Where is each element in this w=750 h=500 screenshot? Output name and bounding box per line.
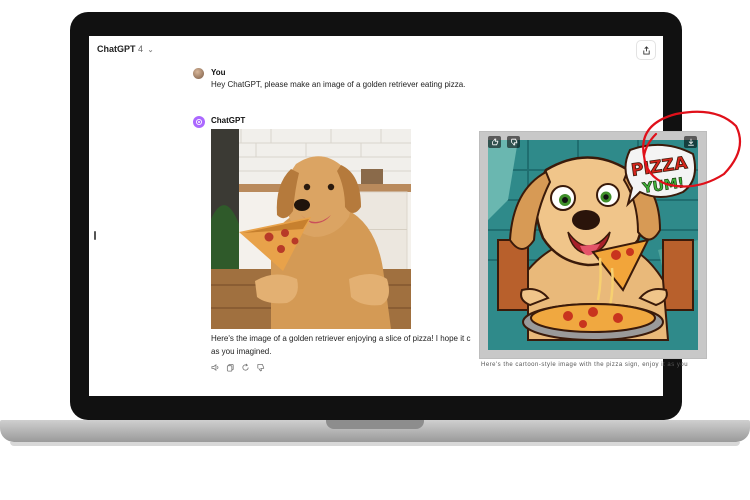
- thumbs-up-icon: [491, 138, 498, 146]
- chatgpt-avatar: [193, 116, 205, 128]
- user-name: You: [211, 68, 226, 77]
- user-message-text: Hey ChatGPT, please make an image of a g…: [211, 80, 466, 89]
- share-icon: [642, 45, 650, 55]
- top-bar: ChatGPT 4 ⌄: [89, 36, 663, 62]
- red-annotation-circle: [642, 110, 742, 188]
- cartoon-caption-fragment: Here's the cartoon-style image with the …: [481, 362, 689, 368]
- sidebar-toggle-handle[interactable]: [94, 231, 96, 240]
- openai-logo-icon: [195, 118, 203, 126]
- laptop-hinge-notch: [326, 420, 424, 429]
- thumbs-down-icon: [257, 363, 265, 372]
- regenerate-button[interactable]: [241, 363, 250, 372]
- generated-image-golden-retriever[interactable]: [211, 129, 411, 329]
- user-avatar: [193, 68, 204, 79]
- share-button[interactable]: [636, 40, 656, 60]
- assistant-reply-line2: as you imagined.: [211, 347, 272, 356]
- thumbs-down-overlay-button[interactable]: [507, 136, 520, 148]
- assistant-reply-line1: Here's the image of a golden retriever e…: [211, 334, 471, 343]
- copy-icon: [226, 363, 234, 372]
- model-version: 4: [138, 44, 144, 54]
- model-selector[interactable]: ChatGPT 4 ⌄: [97, 44, 153, 54]
- thumbs-up-overlay-button[interactable]: [488, 136, 501, 148]
- message-actions: [211, 363, 265, 372]
- thumbs-down-icon: [510, 138, 517, 146]
- chevron-down-icon: ⌄: [147, 47, 154, 54]
- read-aloud-button[interactable]: [211, 363, 220, 372]
- assistant-name: ChatGPT: [211, 116, 246, 125]
- model-name: ChatGPT: [97, 44, 136, 54]
- bad-response-button[interactable]: [256, 363, 265, 372]
- speaker-icon: [211, 363, 219, 372]
- laptop-shadow: [10, 442, 740, 446]
- copy-button[interactable]: [226, 363, 235, 372]
- regenerate-icon: [242, 363, 249, 371]
